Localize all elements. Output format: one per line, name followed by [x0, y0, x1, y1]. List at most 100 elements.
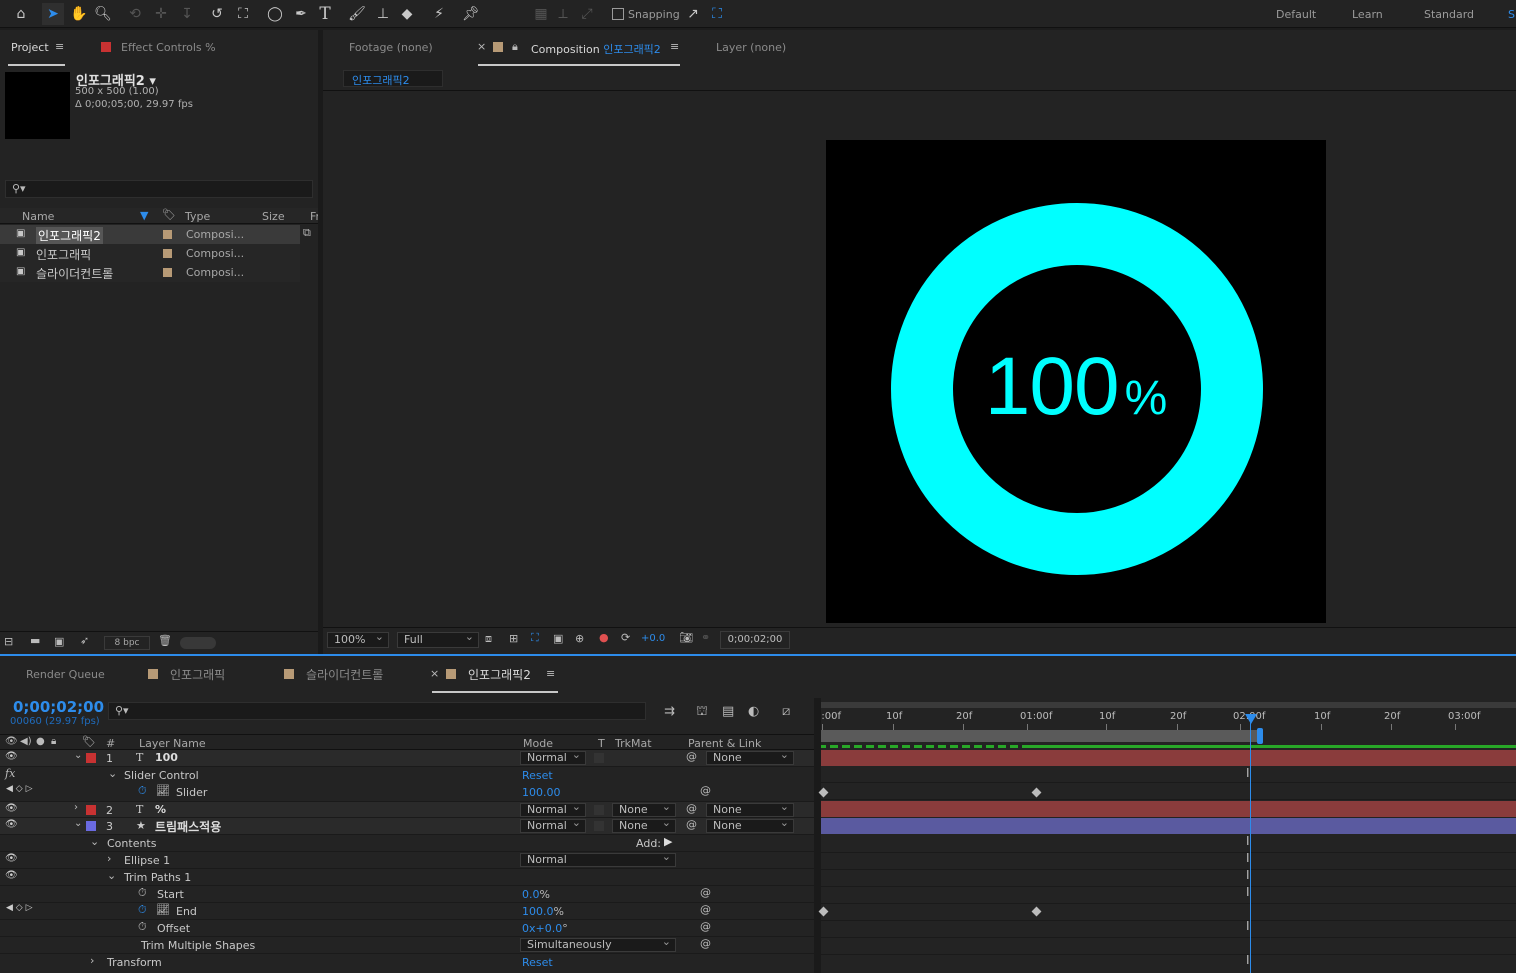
expand-arrow-icon[interactable]: ⌄ — [74, 818, 82, 829]
expand-arrow-icon[interactable]: ⌄ — [90, 835, 99, 848]
expand-arrow-icon[interactable]: ⌄ — [108, 767, 117, 780]
group-row[interactable]: › Transform Reset — [0, 954, 814, 971]
tab-comp-3[interactable]: 인포그래픽2 — [468, 666, 531, 683]
exposure-value[interactable]: +0.0 — [641, 633, 665, 644]
layer-bar-1[interactable] — [821, 750, 1516, 766]
collapse-arrow-icon[interactable]: › — [107, 852, 111, 865]
label-swatch[interactable] — [86, 753, 96, 763]
guides-icon[interactable]: ⊕ — [575, 632, 584, 645]
timeline-search-input[interactable]: ⚲▾ — [108, 702, 646, 720]
roto-icon[interactable]: ⚡︎ — [428, 3, 450, 25]
pickwhip-icon[interactable]: @ — [700, 903, 711, 916]
pickwhip-icon[interactable]: @ — [700, 886, 711, 899]
thumbnail-slider[interactable] — [180, 637, 216, 649]
snap-feature-icon[interactable]: ⛶ — [706, 3, 728, 25]
property-row[interactable]: Trim Multiple Shapes Simultaneously @ — [0, 936, 814, 954]
mode-select[interactable]: Normal — [520, 801, 586, 817]
property-row[interactable]: ⏱︎ Offset 0x+0.0° @ — [0, 920, 814, 937]
add-menu-icon[interactable]: ▶︎ — [664, 835, 672, 848]
axis-icon[interactable]: ⟂ — [552, 3, 574, 25]
menu-icon[interactable]: ≡ — [546, 667, 555, 680]
current-time-display[interactable]: 0;00;02;00 — [13, 698, 104, 716]
zoom-select[interactable]: 100% — [327, 630, 389, 648]
current-time-field[interactable]: 0;00;02;00 — [720, 631, 790, 649]
transform-label[interactable]: Transform — [107, 956, 162, 969]
workspace-more[interactable]: S — [1508, 8, 1515, 21]
tab-render-queue[interactable]: Render Queue — [26, 668, 105, 681]
breadcrumb[interactable]: 인포그래픽2 — [343, 70, 443, 87]
new-composition-icon[interactable]: ▣ — [54, 635, 64, 648]
col-name[interactable]: Name — [22, 210, 54, 223]
eye-icon[interactable]: 👁︎ — [5, 751, 18, 762]
graph-editor-icon[interactable]: ⧄ — [782, 704, 790, 719]
home-icon[interactable]: ⌂ — [10, 3, 32, 25]
start-value[interactable]: 0.0% — [522, 888, 550, 901]
keyframe[interactable] — [1031, 906, 1042, 917]
lock-icon[interactable]: 🔒︎ — [512, 40, 518, 54]
fx-icon[interactable]: fx — [5, 767, 15, 780]
project-search-input[interactable]: ⚲▾ — [5, 180, 313, 198]
bpc-button[interactable]: 8 bpc — [104, 636, 150, 650]
offset-value[interactable]: 0x+0.0° — [522, 922, 568, 935]
stopwatch-icon[interactable]: ⏱︎ — [138, 886, 147, 900]
snapshot-icon[interactable]: 📷︎ — [679, 631, 693, 644]
tab-effect-controls[interactable]: Effect Controls % — [121, 41, 216, 54]
motion-blur-icon[interactable]: ◐ — [748, 704, 759, 719]
eraser-icon[interactable]: ◆ — [396, 3, 418, 25]
workspace-learn[interactable]: Learn — [1352, 8, 1383, 21]
clone-icon[interactable]: ⊥ — [372, 3, 394, 25]
project-item[interactable]: ▣ 슬라이더컨트롤 Composi... — [0, 263, 300, 282]
pickwhip-icon[interactable]: @ — [700, 937, 711, 950]
trim-multiple-select[interactable]: Simultaneously — [520, 936, 676, 952]
show-snapshot-icon[interactable]: ⚭ — [701, 631, 710, 644]
close-icon[interactable]: × — [430, 667, 439, 680]
group-row[interactable]: ⌄ Contents Add: ▶︎ — [0, 835, 814, 852]
tab-comp-1[interactable]: 인포그래픽 — [170, 666, 225, 683]
tab-project[interactable]: Project — [11, 41, 49, 54]
frame-blending-icon[interactable]: ▤ — [722, 704, 734, 719]
effect-row[interactable]: fx ⌄ Slider Control Reset — [0, 767, 814, 784]
render-icon[interactable]: ➶ — [80, 634, 89, 647]
col-layer-name[interactable]: Layer Name — [139, 737, 206, 750]
selection-icon[interactable]: ➤ — [42, 3, 64, 25]
pickwhip-icon[interactable]: @ — [686, 802, 697, 815]
track-area[interactable]: I I I I I I I — [818, 750, 1516, 973]
layer-row[interactable]: 👁︎ › 2 T % Normal None @ None — [0, 801, 814, 818]
menu-icon[interactable]: ≡ — [670, 40, 679, 53]
group-row[interactable]: 👁︎ › Ellipse 1 Normal — [0, 851, 814, 869]
resolution-select[interactable]: Full — [397, 630, 479, 648]
trkmat-select[interactable]: None — [612, 801, 676, 817]
reset-link[interactable]: Reset — [522, 769, 553, 782]
mask-visibility-icon[interactable]: ⛶ — [531, 631, 539, 645]
reset-link[interactable]: Reset — [522, 956, 553, 969]
pickwhip-icon[interactable]: @ — [686, 818, 697, 831]
comp-mini-flowchart-icon[interactable]: ⇉ — [664, 704, 675, 719]
workspace-standard[interactable]: Standard — [1424, 8, 1474, 21]
pan-icon[interactable]: ✛ — [150, 3, 172, 25]
collapse-arrow-icon[interactable]: › — [90, 954, 94, 967]
pickwhip-icon[interactable]: @ — [700, 920, 711, 933]
label-swatch[interactable] — [86, 821, 96, 831]
mode-select[interactable]: Normal — [520, 817, 586, 833]
expand-arrow-icon[interactable]: ⌄ — [74, 750, 82, 761]
trim-paths-name[interactable]: Trim Paths 1 — [124, 871, 191, 884]
flowchart-icon[interactable]: ⧉ — [303, 226, 311, 240]
tab-layer[interactable]: Layer (none) — [716, 41, 786, 54]
keyframe[interactable] — [818, 906, 829, 917]
col-type[interactable]: Type — [185, 210, 210, 223]
layer-bar-2[interactable] — [821, 801, 1516, 817]
rotate-icon[interactable]: ↺ — [206, 3, 228, 25]
tab-comp-2[interactable]: 슬라이더컨트롤 — [306, 666, 383, 683]
layer-bar-3[interactable] — [821, 818, 1516, 834]
end-value[interactable]: 100.0% — [522, 905, 564, 918]
group-row[interactable]: 👁︎ ⌄ Trim Paths 1 — [0, 869, 814, 886]
menu-icon[interactable]: ≡ — [55, 40, 64, 53]
keyframe-nav-icon[interactable]: ◀ ◇ ▷ — [6, 903, 33, 913]
layer-name[interactable]: % — [155, 803, 166, 816]
eye-icon[interactable]: 👁︎ — [5, 819, 18, 830]
playhead-line[interactable] — [1250, 718, 1251, 973]
slider-value[interactable]: 100.00 — [522, 786, 561, 799]
channel-icon[interactable]: ● — [599, 631, 609, 644]
parent-select[interactable]: None — [706, 817, 794, 833]
parent-select[interactable]: None — [706, 801, 794, 817]
